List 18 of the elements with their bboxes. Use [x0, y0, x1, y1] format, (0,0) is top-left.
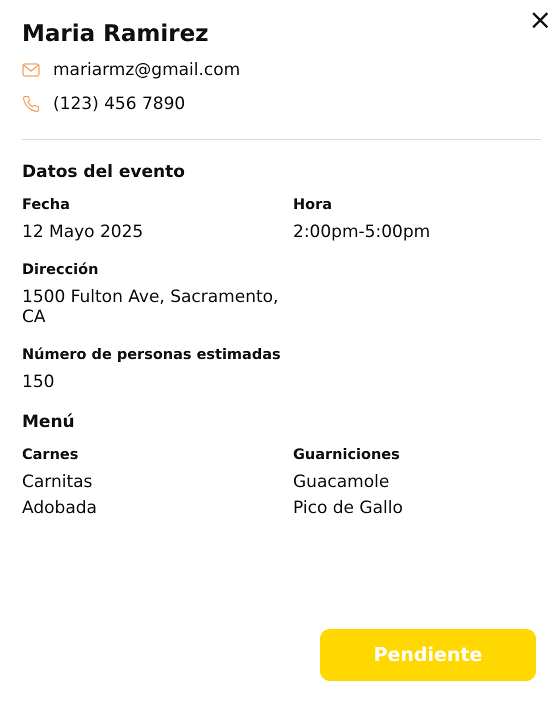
menu-category: Guarniciones	[293, 447, 401, 463]
field-label: Hora	[293, 197, 334, 213]
field-value: 2:00pm-5:00pm	[293, 222, 432, 242]
field-label: Fecha	[22, 197, 71, 213]
field-label: Número de personas estimadas	[22, 347, 282, 363]
close-button[interactable]: ×	[528, 6, 552, 34]
field-value: 1500 Fulton Ave, Sacramento, CA	[22, 287, 280, 327]
field-label: Dirección	[22, 262, 100, 278]
phone-text: (123) 456 7890	[53, 94, 186, 114]
section-title: Menú	[22, 412, 76, 432]
menu-category: Carnes	[22, 447, 80, 463]
email-text: mariarmz@gmail.com	[53, 60, 240, 80]
mail-icon	[22, 62, 40, 76]
field-value: 150	[22, 372, 56, 392]
contact-name: Maria Ramirez	[22, 20, 210, 49]
field-value: 12 Mayo 2025	[22, 222, 144, 242]
phone-icon	[22, 94, 40, 112]
section-title: Datos del evento	[22, 162, 186, 182]
